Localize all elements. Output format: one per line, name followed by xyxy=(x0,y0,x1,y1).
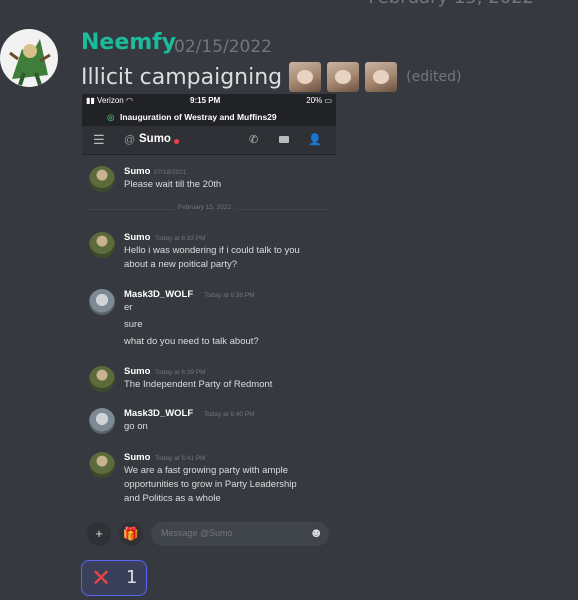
battery-label: 20% ▭ xyxy=(306,96,332,105)
message-time: Today at 6:33 PM xyxy=(155,235,206,242)
reaction-button[interactable]: ✕ 1 xyxy=(81,560,147,596)
menu-icon: ☰ xyxy=(93,132,105,147)
phone-call-icon: ✆ xyxy=(249,134,259,146)
face-emoji-icon xyxy=(289,62,322,92)
message-author[interactable]: Neemfy xyxy=(81,30,176,55)
avatar xyxy=(89,166,115,192)
face-emoji-icon xyxy=(365,62,398,92)
message-input-placeholder: Message @Sumo xyxy=(161,528,233,538)
battery-text: 20% xyxy=(306,96,323,105)
avatar xyxy=(89,408,115,434)
message-author: Mask3D_WOLF xyxy=(124,408,194,419)
call-icon: ◎ xyxy=(107,112,115,122)
message-author: Sumo xyxy=(124,232,151,243)
reaction-count: 1 xyxy=(126,567,138,588)
message-line: sure xyxy=(124,319,143,330)
edited-label: (edited) xyxy=(406,69,462,85)
message-content: Illicit campaigning (edited) xyxy=(81,62,461,92)
avatar-art-icon xyxy=(9,39,51,86)
message-input: Message @Sumo ☻ xyxy=(151,522,329,546)
channel-name: Sumo xyxy=(139,133,171,145)
channel-header: ☰ @ Sumo ✆ 👤 xyxy=(82,126,336,155)
avatar[interactable] xyxy=(0,29,58,87)
avatar xyxy=(89,366,115,392)
message-time: Today at 6:38 PM xyxy=(204,292,255,299)
wifi-icon: ◠ xyxy=(125,96,133,105)
message-text: Illicit campaigning xyxy=(81,64,283,90)
battery-icon: ▭ xyxy=(324,96,332,105)
date-separator: February 15, 2022 xyxy=(368,0,534,8)
phone-screenshot-attachment[interactable]: ▮▮ Verizon ◠ 9:15 PM 20% ▭ ◎ Inauguratio… xyxy=(82,94,336,554)
carrier-text: Verizon xyxy=(97,96,124,105)
video-call-icon xyxy=(279,136,289,143)
gift-icon: 🎁 xyxy=(119,522,143,546)
face-emoji-icon xyxy=(327,62,360,92)
message-time: Today at 6:39 PM xyxy=(155,369,206,376)
avatar xyxy=(89,452,115,478)
emoji-icon: ☻ xyxy=(309,525,323,540)
cross-mark-icon: ✕ xyxy=(91,564,112,592)
message-line: er xyxy=(124,302,133,313)
plus-icon: + xyxy=(87,522,111,546)
message-line: Please wait till the 20th xyxy=(124,179,222,190)
message-author: Sumo xyxy=(124,452,151,463)
message-line: opportunities to grow in Party Leadershi… xyxy=(124,479,297,490)
avatar xyxy=(89,232,115,258)
carrier-label: ▮▮ Verizon ◠ xyxy=(86,96,133,105)
message-line: Hello i was wondering if i could talk to… xyxy=(124,245,300,256)
message-line: what do you need to talk about? xyxy=(124,336,259,347)
phone-status-bar: ▮▮ Verizon ◠ 9:15 PM 20% ▭ xyxy=(82,94,336,108)
call-title: Inauguration of Westray and Muffins29 xyxy=(120,112,277,122)
members-icon: 👤 xyxy=(308,134,322,146)
message-line: about a new poitical party? xyxy=(124,259,238,270)
message-timestamp: 02/15/2022 xyxy=(174,37,272,57)
message-line: The Independent Party of Redmont xyxy=(124,379,273,390)
voice-call-bar: ◎ Inauguration of Westray and Muffins29 xyxy=(82,108,336,126)
message-line: and Politics as a whole xyxy=(124,493,221,504)
message-composer: + 🎁 Message @Sumo ☻ xyxy=(82,514,336,554)
message-author: Mask3D_WOLF xyxy=(124,289,194,300)
dnd-status-icon xyxy=(174,139,179,144)
message-time: Today at 6:40 PM xyxy=(204,411,255,418)
message-line: go on xyxy=(124,421,148,432)
message-time: Today at 6:41 PM xyxy=(155,455,206,462)
message-line: We are a fast growing party with ample xyxy=(124,465,289,476)
avatar xyxy=(89,289,115,315)
message-author: Sumo xyxy=(124,366,151,377)
message-time: 07/18/2021 xyxy=(154,169,187,176)
message-author: Sumo xyxy=(124,166,151,177)
signal-icon: ▮▮ xyxy=(86,96,95,105)
date-divider-text: February 15, 2022 xyxy=(174,204,236,211)
at-icon: @ xyxy=(124,134,136,146)
phone-time: 9:15 PM xyxy=(190,96,221,105)
